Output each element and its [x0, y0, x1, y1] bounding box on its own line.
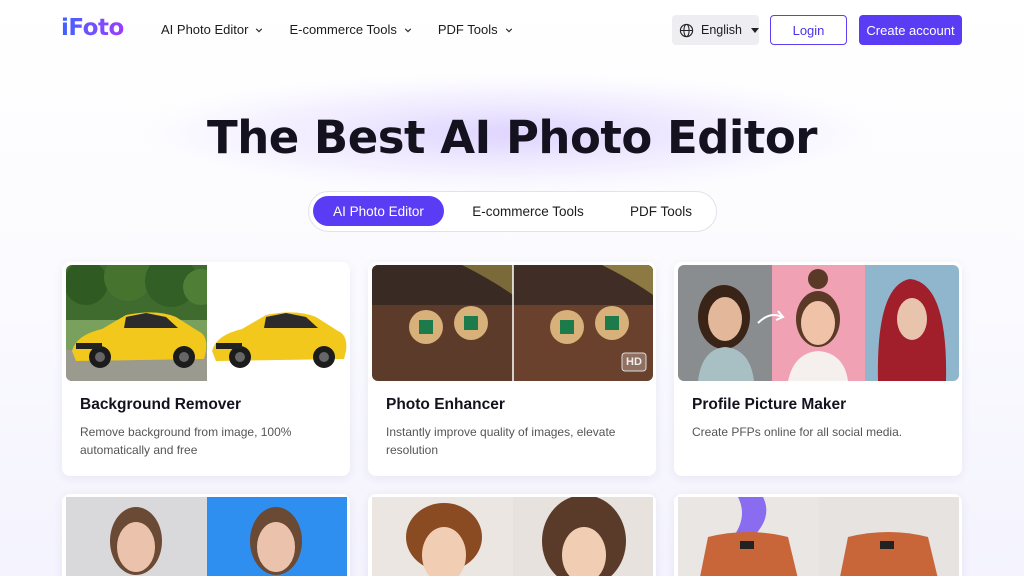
tool-card-row2-1[interactable] [62, 494, 350, 576]
logo[interactable]: iFoto [61, 15, 124, 41]
passport-photo-preview-image [66, 497, 347, 576]
category-tabs: AI Photo Editor E-commerce Tools PDF Too… [308, 191, 717, 232]
card-description: Remove background from image, 100% autom… [80, 425, 292, 457]
language-label: English [701, 23, 742, 37]
photo-enhancer-preview: HD [372, 265, 653, 381]
caret-down-icon [751, 27, 759, 33]
card-description: Instantly improve quality of images, ele… [386, 425, 616, 457]
chevron-down-icon [505, 27, 512, 32]
language-selector[interactable]: English [672, 15, 759, 45]
hairstyle-preview-image [372, 497, 653, 576]
create-account-button[interactable]: Create account [859, 15, 962, 45]
pfp-examples-image [678, 265, 959, 381]
nav-item-ai-photo-editor[interactable]: AI Photo Editor [161, 22, 263, 37]
car-before-after-image [66, 265, 347, 381]
profile-picture-preview [678, 265, 959, 381]
nav-label: E-commerce Tools [289, 22, 397, 37]
chevron-down-icon [404, 27, 412, 32]
page-title: The Best AI Photo Editor [207, 111, 817, 164]
nav-item-ecommerce-tools[interactable]: E-commerce Tools [289, 22, 412, 37]
nav-label: AI Photo Editor [161, 22, 249, 37]
clothing-preview-image [678, 497, 959, 576]
tool-card-row2-2[interactable] [368, 494, 656, 576]
tool-card-row2-3[interactable] [674, 494, 962, 576]
card-title: Profile Picture Maker [692, 396, 847, 413]
card-title: Background Remover [80, 396, 242, 413]
top-header: iFoto AI Photo Editor E-commerce Tools P… [0, 0, 1024, 60]
card-description: Create PFPs online for all social media. [692, 425, 903, 439]
chevron-down-icon [256, 27, 263, 32]
nav-item-pdf-tools[interactable]: PDF Tools [438, 22, 513, 37]
tab-pdf-tools[interactable]: PDF Tools [613, 196, 709, 226]
globe-icon [679, 23, 694, 37]
nav-label: PDF Tools [437, 22, 498, 37]
tab-ai-photo-editor[interactable]: AI Photo Editor [313, 196, 444, 226]
tab-ecommerce-tools[interactable]: E-commerce Tools [456, 196, 600, 226]
background-remover-preview [66, 265, 347, 381]
earrings-before-after-image [372, 265, 653, 381]
tool-card-profile-picture-maker[interactable]: Profile Picture Maker Create PFPs online… [674, 262, 962, 476]
login-button[interactable]: Login [770, 15, 847, 45]
hd-badge: HD [626, 356, 642, 368]
tool-card-photo-enhancer[interactable]: HD Photo Enhancer Instantly improve qual… [368, 262, 656, 476]
tool-card-background-remover[interactable]: Background Remover Remove background fro… [62, 262, 350, 476]
card-title: Photo Enhancer [386, 396, 505, 413]
main-nav: AI Photo Editor E-commerce Tools PDF Too… [161, 22, 539, 37]
